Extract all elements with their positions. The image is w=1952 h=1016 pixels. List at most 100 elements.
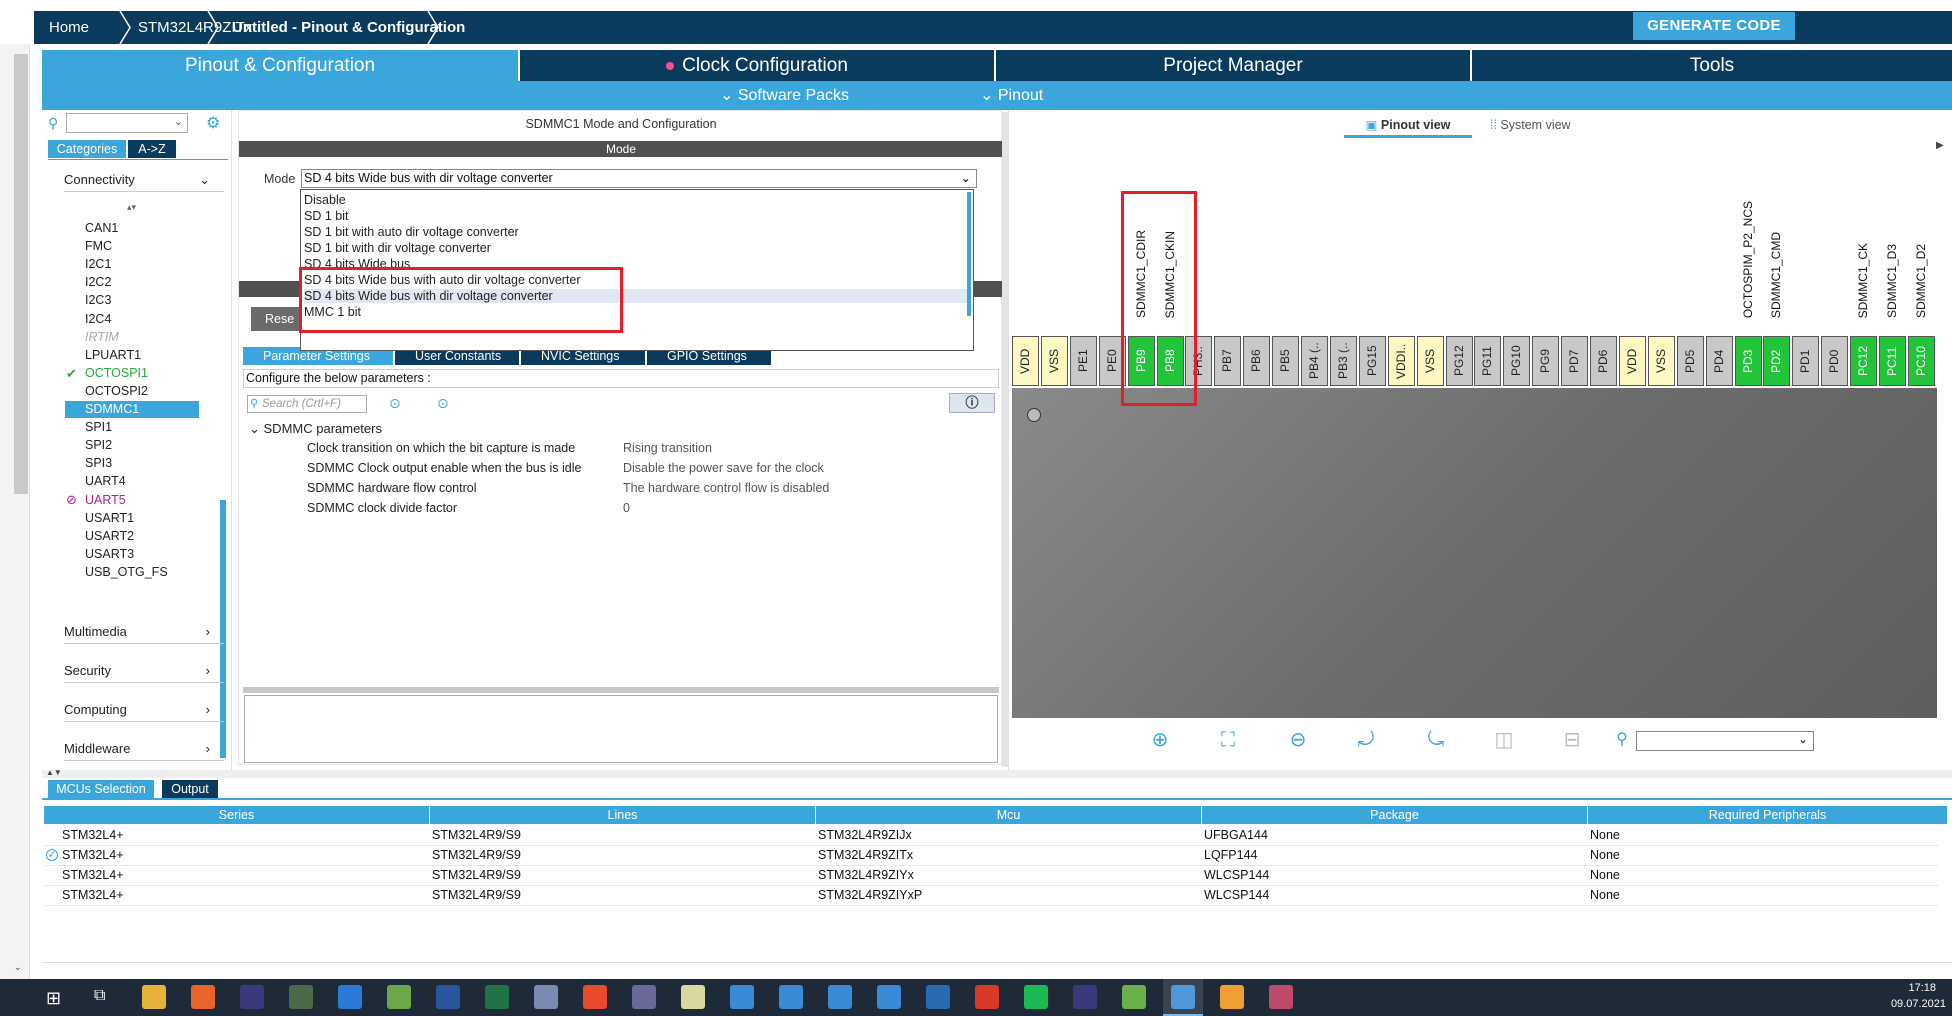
gear-icon[interactable]: ⚙	[206, 113, 220, 133]
word-icon[interactable]	[436, 985, 460, 1009]
table-row[interactable]	[44, 846, 1938, 866]
parameter-search-input[interactable]: ⚲ Search (Crtl+F)	[247, 395, 367, 413]
tab-mcus-selection[interactable]: MCUs Selection	[48, 780, 154, 798]
excel-xd-icon[interactable]	[681, 985, 705, 1009]
category-item[interactable]: OCTOSPI2	[85, 384, 148, 398]
mode-select[interactable]: SD 4 bits Wide bus with dir voltage conv…	[301, 169, 977, 188]
column-header[interactable]: Mcu	[816, 806, 1202, 824]
outlook-icon[interactable]	[338, 985, 362, 1009]
category-item[interactable]: SPI1	[85, 420, 112, 434]
rotate-left-icon[interactable]: ⤾	[1354, 728, 1378, 752]
stm32-programmer-icon[interactable]	[779, 985, 803, 1009]
param-value[interactable]: Rising transition	[623, 441, 712, 455]
tab-pinout-configuration[interactable]: Pinout & Configuration	[42, 50, 518, 81]
splitter-bottom[interactable]: ▲▼	[42, 768, 1952, 778]
category-item[interactable]: CAN1	[85, 221, 118, 235]
pin[interactable]: PB4 (..	[1301, 336, 1328, 386]
pin[interactable]: PC11	[1879, 336, 1906, 386]
excel-icon[interactable]	[485, 985, 509, 1009]
pin[interactable]: PC10	[1907, 336, 1935, 386]
table-row[interactable]	[44, 866, 1938, 886]
mode-option[interactable]: Disable	[304, 193, 968, 207]
pin[interactable]: PC12	[1850, 336, 1878, 386]
software-packs-menu[interactable]: ⌄ Software Packs	[720, 81, 849, 110]
middleware-header[interactable]: Middleware ›	[64, 737, 224, 761]
pin[interactable]: PB7	[1214, 336, 1242, 386]
category-item[interactable]: SDMMC1	[85, 402, 139, 416]
param-value[interactable]: 0	[623, 501, 630, 515]
column-header[interactable]: Required Peripherals	[1588, 806, 1948, 824]
category-item[interactable]: IRTIM	[85, 330, 119, 344]
connectivity-header[interactable]: Connectivity ⌄	[64, 168, 224, 192]
column-header[interactable]: Series	[44, 806, 430, 824]
breadcrumb-mcu[interactable]: STM32L4R9ZITx	[106, 11, 252, 44]
zoom-in-icon[interactable]: ⊕	[1148, 728, 1172, 752]
file-explorer-icon[interactable]	[142, 985, 166, 1009]
pin-search-select[interactable]: ⌄	[1636, 731, 1814, 751]
zoom-out-icon[interactable]: ⊖	[1286, 728, 1310, 752]
categories-tab[interactable]: Categories	[48, 140, 126, 158]
info-icon[interactable]: ⓘ	[949, 393, 995, 413]
paint3d-icon[interactable]	[1269, 985, 1293, 1009]
pin[interactable]: VSS	[1040, 336, 1068, 386]
next-result-icon[interactable]: ⊙	[437, 395, 449, 412]
security-header[interactable]: Security ›	[64, 659, 224, 683]
category-item[interactable]: SPI3	[85, 456, 112, 470]
pin[interactable]: PG15	[1358, 336, 1386, 386]
pin[interactable]: PE1	[1069, 336, 1097, 386]
pin[interactable]: PD4	[1705, 336, 1733, 386]
tab-clock-configuration[interactable]: Clock Configuration	[520, 50, 994, 81]
flip-vertical-icon[interactable]: ◫	[1492, 728, 1516, 752]
az-tab[interactable]: A->Z	[128, 140, 176, 158]
pin[interactable]: PB5	[1272, 336, 1300, 386]
stm32-monitor-icon[interactable]	[828, 985, 852, 1009]
y-app-icon[interactable]	[1122, 985, 1146, 1009]
category-item[interactable]: USART3	[85, 547, 134, 561]
rotate-right-icon[interactable]: ⤿	[1424, 728, 1448, 752]
scrollbar-thumb[interactable]	[14, 54, 28, 494]
scroll-right-icon[interactable]: ▶	[1936, 140, 1944, 151]
stm32-ide-icon[interactable]	[730, 985, 754, 1009]
scroll-down-icon[interactable]: ⌄	[14, 962, 22, 973]
fit-screen-icon[interactable]: ⛶	[1216, 728, 1240, 752]
pin[interactable]: PD1	[1792, 336, 1820, 386]
category-item[interactable]: I2C4	[85, 312, 111, 326]
pin[interactable]: PB6	[1243, 336, 1271, 386]
column-header[interactable]: Package	[1202, 806, 1588, 824]
pin[interactable]: PG12	[1445, 336, 1473, 386]
column-header[interactable]: Lines	[430, 806, 816, 824]
search-icon[interactable]: ⚲	[1610, 728, 1634, 752]
monitor-app-icon[interactable]	[289, 985, 313, 1009]
category-item[interactable]: I2C3	[85, 293, 111, 307]
param-value[interactable]: The hardware control flow is disabled	[623, 481, 829, 495]
stm32-cubemx-icon[interactable]	[877, 985, 901, 1009]
previous-result-icon[interactable]: ⊙	[389, 395, 401, 412]
windows-start-icon[interactable]: ⊞	[46, 988, 61, 1009]
pin[interactable]: PG9	[1532, 336, 1560, 386]
pin[interactable]: VSS	[1416, 336, 1444, 386]
category-item[interactable]: USB_OTG_FS	[85, 565, 168, 579]
pin[interactable]: PG11	[1474, 336, 1502, 386]
chart-app-icon[interactable]	[632, 985, 656, 1009]
paint-app-icon[interactable]	[975, 985, 999, 1009]
category-item[interactable]: USART2	[85, 529, 134, 543]
pin[interactable]: PD3	[1734, 336, 1762, 386]
category-search-input[interactable]: ⌄	[66, 113, 188, 133]
record-app-icon[interactable]	[583, 985, 607, 1009]
category-item[interactable]: SPI2	[85, 438, 112, 452]
eclipse-icon[interactable]	[240, 985, 264, 1009]
r-app-icon[interactable]	[534, 985, 558, 1009]
category-item[interactable]: UART4	[85, 474, 126, 488]
computing-header[interactable]: Computing ›	[64, 698, 224, 722]
category-item[interactable]: OCTOSPI1	[85, 366, 148, 380]
pin[interactable]: PG10	[1503, 336, 1531, 386]
generate-code-button[interactable]: GENERATE CODE	[1633, 12, 1795, 40]
pin[interactable]: PD6	[1590, 336, 1617, 386]
mode-option[interactable]: SD 1 bit with dir voltage converter	[304, 241, 968, 255]
mode-option[interactable]: SD 1 bit with auto dir voltage converter	[304, 225, 968, 239]
tab-project-manager[interactable]: Project Manager	[996, 50, 1470, 81]
pinout-menu[interactable]: ⌄ Pinout	[980, 81, 1043, 110]
category-item[interactable]: FMC	[85, 239, 112, 253]
pin[interactable]: VDD	[1618, 336, 1646, 386]
table-row[interactable]	[44, 886, 1938, 906]
